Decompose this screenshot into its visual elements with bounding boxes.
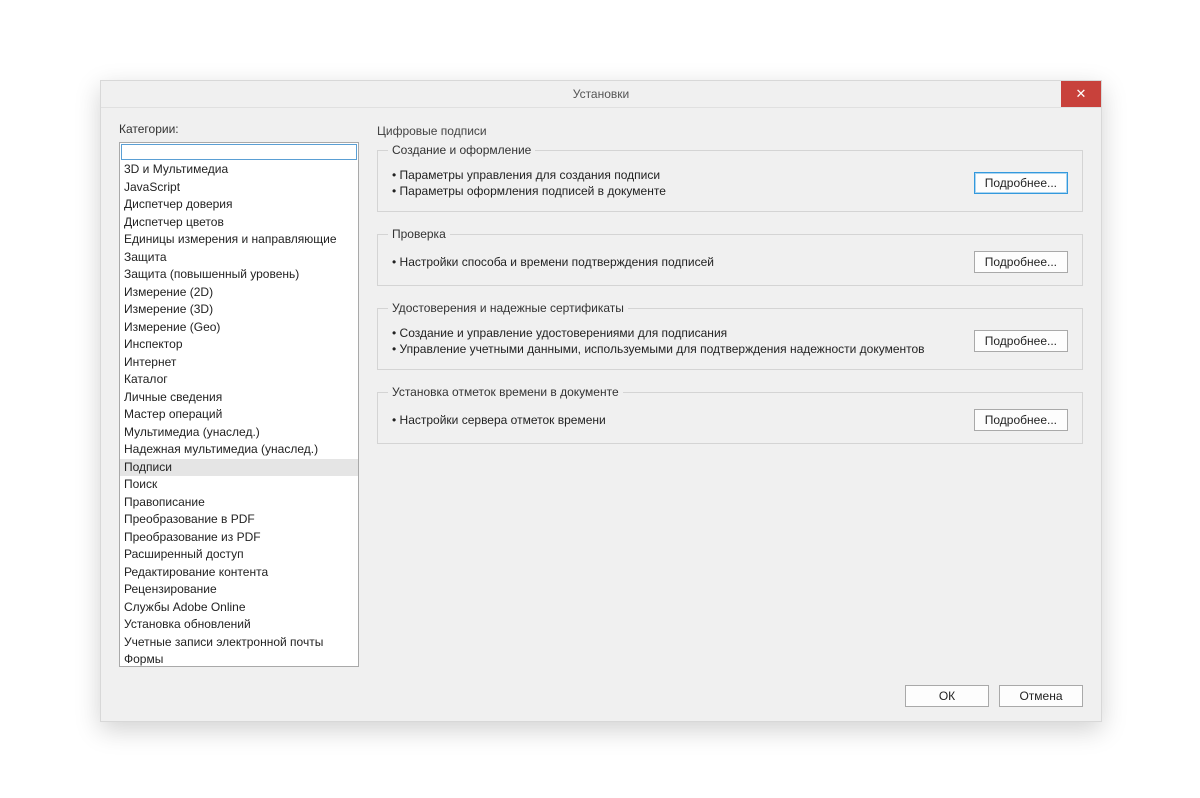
group-body: Создание и управление удостоверениями дл… xyxy=(392,325,1068,357)
window-title: Установки xyxy=(573,87,629,101)
group-title: Удостоверения и надежные сертификаты xyxy=(388,301,628,315)
sidebar: Категории: 3D и МультимедиаJavaScriptДис… xyxy=(119,122,359,667)
dialog-footer: ОК Отмена xyxy=(101,675,1101,721)
group-description-item: Параметры управления для создания подпис… xyxy=(392,167,666,183)
group-title: Проверка xyxy=(388,227,450,241)
category-item[interactable]: Рецензирование xyxy=(120,581,358,599)
group-description-list: Настройки способа и времени подтверждени… xyxy=(392,254,714,270)
category-item[interactable]: Мастер операций xyxy=(120,406,358,424)
category-item[interactable]: Мультимедиа (унаслед.) xyxy=(120,424,358,442)
category-item[interactable]: Диспетчер цветов xyxy=(120,214,358,232)
category-item[interactable]: Формы xyxy=(120,651,358,667)
details-button[interactable]: Подробнее... xyxy=(974,172,1068,194)
group-description-item: Создание и управление удостоверениями дл… xyxy=(392,325,925,341)
group-description-item: Настройки сервера отметок времени xyxy=(392,412,606,428)
close-icon: ✕ xyxy=(1076,86,1087,102)
category-item[interactable]: Личные сведения xyxy=(120,389,358,407)
group-description-item: Параметры оформления подписей в документ… xyxy=(392,183,666,199)
category-item[interactable]: Преобразование в PDF xyxy=(120,511,358,529)
category-item[interactable]: Измерение (Geo) xyxy=(120,319,358,337)
panel-heading: Цифровые подписи xyxy=(377,124,1083,138)
category-item[interactable]: Измерение (3D) xyxy=(120,301,358,319)
group-body: Настройки сервера отметок времени Подробн… xyxy=(392,409,1068,431)
titlebar: Установки ✕ xyxy=(101,81,1101,108)
category-item[interactable]: Защита xyxy=(120,249,358,267)
group-description-list: Создание и управление удостоверениями дл… xyxy=(392,325,925,357)
category-item[interactable]: Преобразование из PDF xyxy=(120,529,358,547)
categories-label: Категории: xyxy=(119,122,359,136)
dialog-body: Категории: 3D и МультимедиаJavaScriptДис… xyxy=(101,108,1101,675)
preferences-dialog: Установки ✕ Категории: 3D и МультимедиаJ… xyxy=(100,80,1102,722)
category-item[interactable]: Единицы измерения и направляющие xyxy=(120,231,358,249)
category-item[interactable]: Каталог xyxy=(120,371,358,389)
details-button[interactable]: Подробнее... xyxy=(974,251,1068,273)
category-item[interactable]: Инспектор xyxy=(120,336,358,354)
category-item[interactable]: Диспетчер доверия xyxy=(120,196,358,214)
close-button[interactable]: ✕ xyxy=(1061,81,1101,107)
group-title: Создание и оформление xyxy=(388,143,535,157)
group-body: Параметры управления для создания подпис… xyxy=(392,167,1068,199)
main-panel: Цифровые подписи Создание и оформлениеПа… xyxy=(377,122,1083,667)
category-item[interactable]: Надежная мультимедиа (унаслед.) xyxy=(120,441,358,459)
category-item[interactable]: 3D и Мультимедиа xyxy=(120,161,358,179)
group-description-item: Настройки способа и времени подтверждени… xyxy=(392,254,714,270)
settings-group: Создание и оформлениеПараметры управлени… xyxy=(377,150,1083,212)
group-body: Настройки способа и времени подтверждени… xyxy=(392,251,1068,273)
category-item[interactable]: Расширенный доступ xyxy=(120,546,358,564)
category-item[interactable]: Редактирование контента xyxy=(120,564,358,582)
group-title: Установка отметок времени в документе xyxy=(388,385,623,399)
group-description-list: Настройки сервера отметок времени xyxy=(392,412,606,428)
category-item[interactable]: JavaScript xyxy=(120,179,358,197)
category-item[interactable]: Защита (повышенный уровень) xyxy=(120,266,358,284)
category-item[interactable] xyxy=(121,144,357,160)
category-item[interactable]: Поиск xyxy=(120,476,358,494)
category-item[interactable]: Правописание xyxy=(120,494,358,512)
group-description-item: Управление учетными данными, используемы… xyxy=(392,341,925,357)
ok-button[interactable]: ОК xyxy=(905,685,989,707)
category-item[interactable]: Службы Adobe Online xyxy=(120,599,358,617)
category-item[interactable]: Подписи xyxy=(120,459,358,477)
category-item[interactable]: Учетные записи электронной почты xyxy=(120,634,358,652)
category-item[interactable]: Измерение (2D) xyxy=(120,284,358,302)
settings-group: Установка отметок времени в документеНас… xyxy=(377,392,1083,444)
cancel-button[interactable]: Отмена xyxy=(999,685,1083,707)
settings-group: Удостоверения и надежные сертификатыСозд… xyxy=(377,308,1083,370)
settings-group: ПроверкаНастройки способа и времени подт… xyxy=(377,234,1083,286)
categories-listbox[interactable]: 3D и МультимедиаJavaScriptДиспетчер дове… xyxy=(119,142,359,667)
details-button[interactable]: Подробнее... xyxy=(974,409,1068,431)
category-item[interactable]: Интернет xyxy=(120,354,358,372)
category-item[interactable]: Установка обновлений xyxy=(120,616,358,634)
group-description-list: Параметры управления для создания подпис… xyxy=(392,167,666,199)
details-button[interactable]: Подробнее... xyxy=(974,330,1068,352)
